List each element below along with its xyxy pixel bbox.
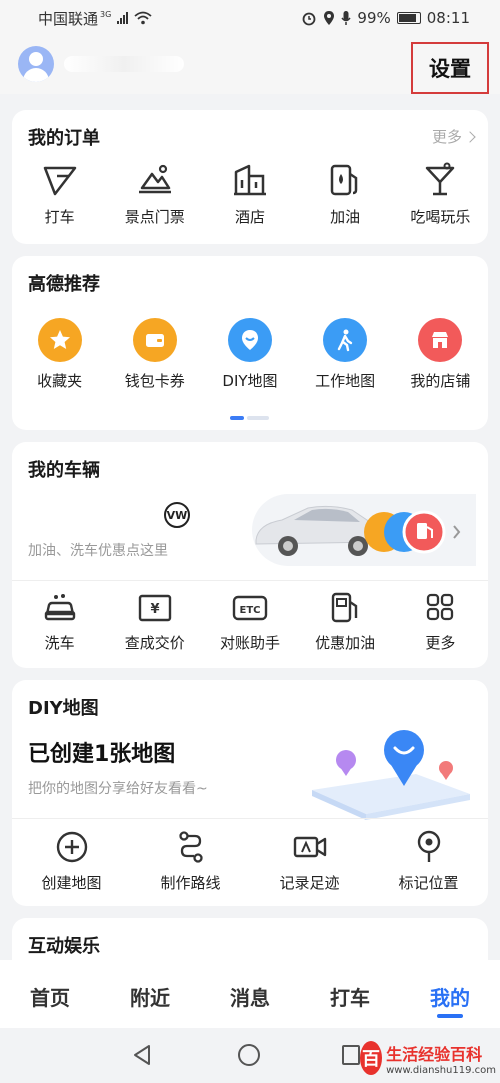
vehicle-card: 我的车辆 VW 加油、洗车优惠点这里 洗车 ¥ 查成交价 ETC 对账助手 优惠… [12, 442, 488, 668]
tab-home[interactable]: 首页 [0, 960, 100, 1028]
order-item-fuel[interactable]: 加油 [298, 162, 393, 227]
fuel-discount-icon [331, 592, 358, 623]
walker-icon [323, 318, 368, 362]
location-icon [324, 11, 335, 25]
car-image-icon [255, 505, 461, 556]
recommend-item-diy-map[interactable]: DIY地图 [202, 318, 297, 391]
entertainment-title: 互动娱乐 [28, 936, 100, 957]
orders-card: 我的订单 更多 打车 景点门票 酒店 加油 吃喝玩乐 [12, 110, 488, 244]
taxi-icon [43, 166, 76, 196]
diy-map-card: DIY地图 已创建1张地图 把你的地图分享给好友看看~ 创建地图 制作路线 记录… [12, 680, 488, 906]
etc-icon: ETC [232, 595, 268, 621]
scenic-ticket-icon [138, 164, 171, 194]
microphone-icon [341, 11, 352, 25]
vehicle-item-etc[interactable]: ETC 对账助手 [202, 592, 297, 653]
wallet-icon [132, 318, 177, 362]
clock: 08:11 [426, 9, 470, 27]
location-pin-icon [417, 830, 440, 862]
diy-map-title: DIY地图 [28, 698, 99, 719]
vehicle-item-price[interactable]: ¥ 查成交价 [107, 592, 202, 653]
chevron-right-icon [464, 130, 476, 143]
recommend-title: 高德推荐 [28, 274, 100, 295]
vehicle-title: 我的车辆 [28, 460, 100, 481]
hotel-icon [233, 164, 266, 196]
tab-mine[interactable]: 我的 [400, 960, 500, 1028]
diy-item-mark-location[interactable]: 标记位置 [369, 830, 488, 893]
shop-icon [418, 318, 463, 362]
cocktail-icon [426, 162, 455, 196]
settings-button[interactable]: 设置 [411, 42, 489, 94]
order-item-taxi[interactable]: 打车 [12, 162, 107, 227]
divider [12, 580, 488, 581]
vehicle-subtitle[interactable]: 加油、洗车优惠点这里 [28, 540, 168, 560]
plus-circle-icon [56, 831, 87, 863]
route-icon [178, 831, 203, 863]
vehicle-item-more[interactable]: 更多 [393, 592, 488, 653]
alarm-icon [303, 12, 316, 26]
orders-more-link[interactable]: 更多 [432, 126, 476, 147]
diy-item-create-map[interactable]: 创建地图 [12, 830, 131, 893]
active-tab-indicator [437, 1014, 463, 1018]
wifi-icon [134, 11, 152, 25]
signal-icon [117, 12, 129, 24]
order-item-entertainment[interactable]: 吃喝玩乐 [393, 162, 488, 227]
home-icon[interactable] [238, 1044, 260, 1066]
watermark-badge: 百 [360, 1041, 383, 1075]
vw-brand-logo: VW [164, 502, 190, 528]
car-wash-icon [44, 594, 75, 621]
fuel-icon [330, 164, 358, 196]
orders-title: 我的订单 [28, 128, 100, 149]
diy-map-subtitle: 把你的地图分享给好友看看~ [28, 781, 208, 797]
recommend-card: 高德推荐 收藏夹 钱包卡券 DIY地图 工作地图 我的店铺 [12, 256, 488, 430]
battery-icon [396, 12, 421, 24]
watermark-logo: 百 生活经验百科 www.dianshu119.com [360, 1036, 496, 1080]
back-icon[interactable] [132, 1044, 152, 1066]
username-redacted [64, 56, 184, 72]
diy-map-icon [227, 318, 272, 362]
bottom-tab-bar: 首页 附近 消息 打车 我的 [0, 960, 500, 1028]
video-record-icon [293, 836, 326, 858]
diy-item-make-route[interactable]: 制作路线 [131, 830, 250, 893]
network-label: 3G [100, 9, 112, 19]
order-item-hotel[interactable]: 酒店 [202, 162, 297, 227]
svg-text:ETC: ETC [239, 605, 260, 616]
diy-item-record-footprint[interactable]: 记录足迹 [250, 830, 369, 893]
profile-header: 设置 [0, 36, 500, 94]
avatar[interactable] [18, 46, 54, 82]
carrier-label: 中国联通 [38, 9, 99, 28]
vehicle-promo-panel[interactable] [252, 494, 476, 566]
battery-percent: 99% [357, 9, 391, 27]
price-icon: ¥ [138, 594, 171, 622]
status-bar: 中国联通 3G 99% 08:11 [0, 0, 500, 36]
recommend-item-favorites[interactable]: 收藏夹 [12, 318, 107, 391]
recommend-item-work-map[interactable]: 工作地图 [298, 318, 393, 391]
vehicle-item-fuel-discount[interactable]: 优惠加油 [298, 592, 393, 653]
tab-taxi[interactable]: 打车 [300, 960, 400, 1028]
divider [12, 818, 488, 819]
recommend-item-my-shop[interactable]: 我的店铺 [393, 318, 488, 391]
watermark-url: www.dianshu119.com [386, 1064, 496, 1076]
diy-map-headline[interactable]: 已创建1张地图 [28, 736, 175, 768]
watermark-title: 生活经验百科 [386, 1044, 483, 1064]
order-item-scenic-ticket[interactable]: 景点门票 [107, 162, 202, 227]
star-icon [37, 318, 82, 362]
recent-apps-icon[interactable] [342, 1045, 360, 1065]
svg-text:¥: ¥ [150, 602, 159, 617]
recommend-item-wallet[interactable]: 钱包卡券 [107, 318, 202, 391]
page-indicator [230, 416, 269, 420]
grid-more-icon [427, 593, 454, 621]
vehicle-item-car-wash[interactable]: 洗车 [12, 592, 107, 653]
tab-nearby[interactable]: 附近 [100, 960, 200, 1028]
map-illustration-icon [312, 730, 470, 820]
tab-messages[interactable]: 消息 [200, 960, 300, 1028]
